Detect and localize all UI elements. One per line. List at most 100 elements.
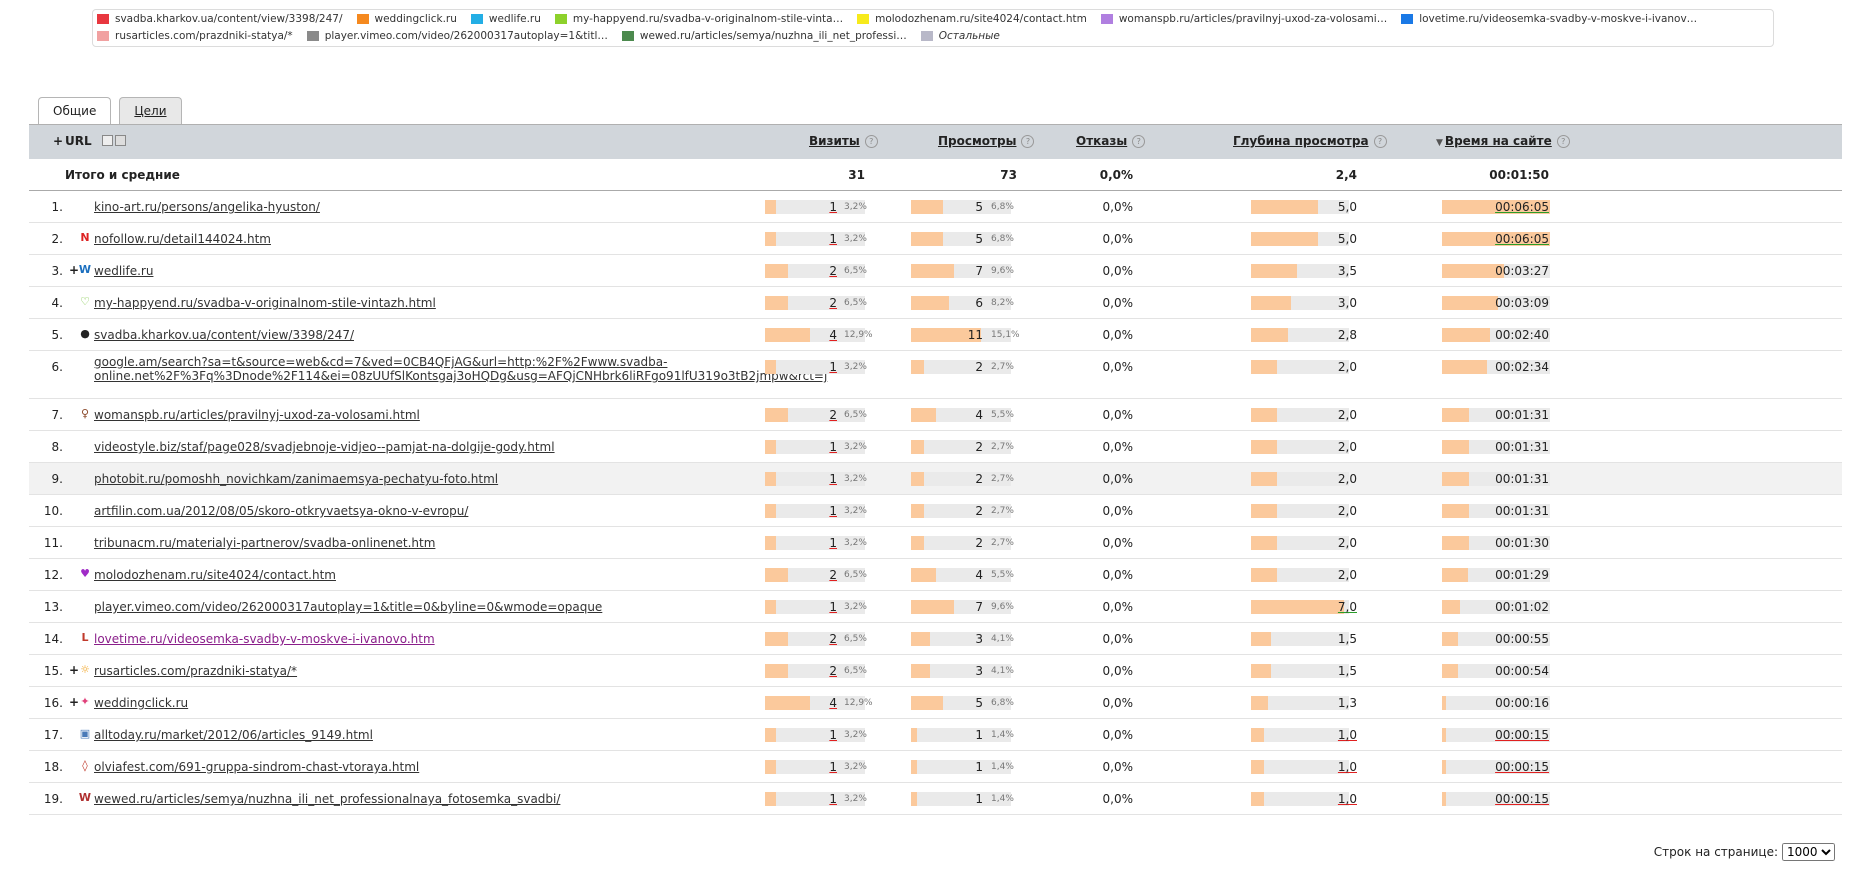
tab-goals[interactable]: Цели xyxy=(119,97,182,124)
row-url-link[interactable]: player.vimeo.com/video/262000317autoplay… xyxy=(94,600,602,614)
woman-icon: ♀ xyxy=(80,407,90,420)
tab-general[interactable]: Общие xyxy=(38,97,112,125)
row-url-link[interactable]: kino-art.ru/persons/angelika-hyuston/ xyxy=(94,200,320,214)
depth-bar xyxy=(1251,440,1277,454)
visits-value[interactable]: 1 xyxy=(799,728,837,742)
legend-item[interactable]: molodozhenam.ru/site4024/contact.htm xyxy=(857,13,1087,25)
views-percent: 6,8% xyxy=(991,234,1014,244)
row-url-link[interactable]: rusarticles.com/prazdniki-statya/* xyxy=(94,664,297,678)
list-mode-icon[interactable] xyxy=(114,135,126,146)
depth-value: 1,0 xyxy=(1337,728,1357,742)
legend-item[interactable]: rusarticles.com/prazdniki-statya/* xyxy=(97,30,293,42)
report-table: + URL Визиты? Просмотры? Отказы? Глубина… xyxy=(29,124,1842,815)
visits-value[interactable]: 1 xyxy=(799,792,837,806)
views-bar xyxy=(911,536,924,550)
legend-item[interactable]: player.vimeo.com/video/262000317autoplay… xyxy=(306,30,608,42)
visits-value[interactable]: 4 xyxy=(799,696,837,710)
depth-bar xyxy=(1251,232,1318,246)
table-row: 18. ◊ olviafest.com/691-gruppa-sindrom-cha… xyxy=(29,751,1842,783)
legend-item[interactable]: weddingclick.ru xyxy=(356,13,457,25)
depth-value: 2,0 xyxy=(1337,568,1357,582)
legend-label: svadba.kharkov.ua/content/view/3398/247/ xyxy=(115,12,343,25)
bounces-value: 0,0% xyxy=(1102,568,1134,582)
visits-value[interactable]: 2 xyxy=(799,264,837,278)
visits-value[interactable]: 1 xyxy=(799,504,837,518)
time-value: 00:03:27 xyxy=(1495,264,1549,278)
visits-value[interactable]: 1 xyxy=(799,200,837,214)
visits-value[interactable]: 1 xyxy=(799,440,837,454)
depth-bar xyxy=(1251,200,1318,214)
visits-bar xyxy=(765,408,788,422)
row-url-link[interactable]: tribunacm.ru/materialyi-partnerov/svadba… xyxy=(94,536,435,550)
views-bar xyxy=(911,568,936,582)
visits-value[interactable]: 2 xyxy=(799,568,837,582)
totals-bounces: 0,0% xyxy=(1099,168,1133,182)
visits-value[interactable]: 4 xyxy=(799,328,837,342)
visits-value[interactable]: 1 xyxy=(799,472,837,486)
help-icon[interactable]: ? xyxy=(1556,135,1570,148)
row-url-link[interactable]: lovetime.ru/videosemka-svadby-v-moskve-i… xyxy=(94,632,435,646)
visits-value[interactable]: 1 xyxy=(799,600,837,614)
help-icon[interactable]: ? xyxy=(864,135,878,148)
row-url-link[interactable]: nofollow.ru/detail144024.htm xyxy=(94,232,271,246)
legend-item[interactable]: Остальные xyxy=(920,30,1000,42)
expand-all-button[interactable]: + xyxy=(53,134,63,148)
row-url-link[interactable]: my-happyend.ru/svadba-v-originalnom-stil… xyxy=(94,296,436,310)
row-url-link[interactable]: wewed.ru/articles/semya/nuzhna_ili_net_p… xyxy=(94,792,560,806)
row-url-link[interactable]: wedlife.ru xyxy=(94,264,153,278)
row-url-link[interactable]: artfilin.com.ua/2012/08/05/skoro-otkryva… xyxy=(94,504,468,518)
visits-value[interactable]: 2 xyxy=(799,296,837,310)
legend-item[interactable]: lovetime.ru/videosemka-svadby-v-moskve-i… xyxy=(1401,13,1697,25)
visits-value[interactable]: 1 xyxy=(799,536,837,550)
help-icon[interactable]: ? xyxy=(1373,135,1387,148)
rows-per-page-select[interactable]: 1000 xyxy=(1782,843,1835,861)
help-icon[interactable]: ? xyxy=(1021,135,1035,148)
tabs: Общие Цели xyxy=(38,97,182,125)
depth-value: 3,5 xyxy=(1337,264,1357,278)
views-bar xyxy=(911,296,949,310)
legend-item[interactable]: svadba.kharkov.ua/content/view/3398/247/ xyxy=(97,13,343,25)
legend-item[interactable]: womanspb.ru/articles/pravilnyj-uxod-za-v… xyxy=(1100,13,1387,25)
row-index: 3. xyxy=(51,264,63,278)
row-url-link[interactable]: photobit.ru/pomoshh_novichkam/zanimaemsy… xyxy=(94,472,498,486)
header-views[interactable]: Просмотры? xyxy=(938,134,1035,148)
row-index: 15. xyxy=(43,664,63,678)
time-value: 00:00:54 xyxy=(1495,664,1549,678)
visits-bar xyxy=(765,600,776,614)
row-index: 6. xyxy=(51,360,63,374)
legend-item[interactable]: wewed.ru/articles/semya/nuzhna_ili_net_p… xyxy=(621,30,907,42)
visits-value[interactable]: 2 xyxy=(799,408,837,422)
views-percent: 1,4% xyxy=(991,762,1014,772)
help-icon[interactable]: ? xyxy=(1132,135,1146,148)
views-value: 4 xyxy=(975,568,983,582)
visits-value[interactable]: 1 xyxy=(799,232,837,246)
row-url-link[interactable]: womanspb.ru/articles/pravilnyj-uxod-za-v… xyxy=(94,408,420,422)
visits-value[interactable]: 2 xyxy=(799,632,837,646)
visits-value[interactable]: 1 xyxy=(799,360,837,374)
row-url-link[interactable]: molodozhenam.ru/site4024/contact.htm xyxy=(94,568,336,582)
legend-label: rusarticles.com/prazdniki-statya/* xyxy=(115,29,293,42)
legend-item[interactable]: wedlife.ru xyxy=(470,13,541,25)
row-url-link[interactable]: google.am/search?sa=t&source=web&cd=7&ve… xyxy=(94,355,827,383)
rows-per-page-label: Строк на странице: xyxy=(1653,845,1778,859)
nofollow-icon: N xyxy=(80,231,90,244)
visits-bar xyxy=(765,360,776,374)
time-bar xyxy=(1442,632,1458,646)
row-url-link[interactable]: alltoday.ru/market/2012/06/articles_9149… xyxy=(94,728,373,742)
visits-value[interactable]: 1 xyxy=(799,760,837,774)
table-row: 3. + Wwedlife.ru 2 6,5% 7 9,6% 0,0% 3,5 00:03:27 xyxy=(29,255,1842,287)
header-depth[interactable]: Глубина просмотра? xyxy=(1233,134,1387,148)
header-time[interactable]: ▼ Время на сайте? xyxy=(1436,134,1570,148)
legend-item[interactable]: my-happyend.ru/svadba-v-originalnom-stil… xyxy=(554,13,843,25)
row-url-link[interactable]: weddingclick.ru xyxy=(94,696,188,710)
header-bounces[interactable]: Отказы? xyxy=(1076,134,1146,148)
time-value: 00:01:29 xyxy=(1495,568,1549,582)
visits-value[interactable]: 2 xyxy=(799,664,837,678)
row-url-link[interactable]: olviafest.com/691-gruppa-sindrom-chast-v… xyxy=(94,760,419,774)
view-mode-icon[interactable] xyxy=(101,135,113,146)
wedlife-icon: W xyxy=(78,263,92,276)
row-url-link[interactable]: videostyle.biz/staf/page028/svadjebnoje-… xyxy=(94,440,555,454)
header-visits[interactable]: Визиты? xyxy=(809,134,878,148)
row-url-link[interactable]: svadba.kharkov.ua/content/view/3398/247/ xyxy=(94,328,354,342)
views-bar xyxy=(911,440,924,454)
